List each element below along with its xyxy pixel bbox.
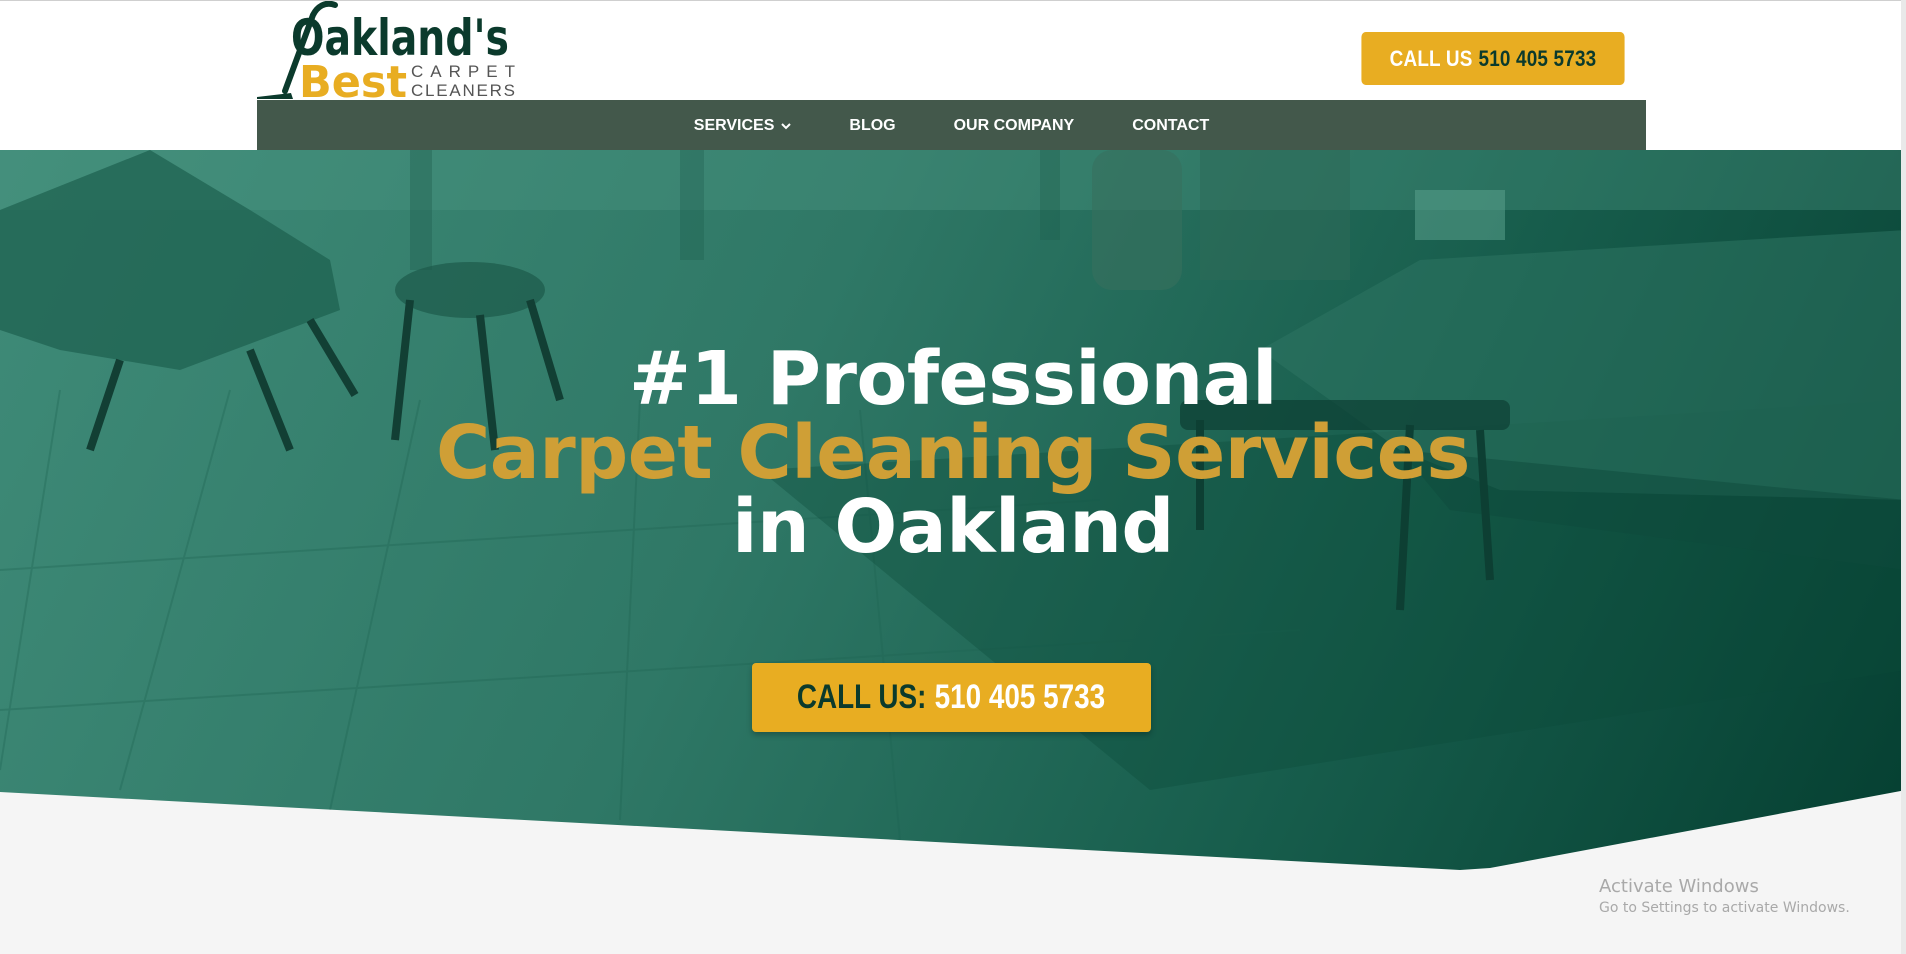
watermark-subtitle: Go to Settings to activate Windows. bbox=[1599, 900, 1850, 916]
nav-item-contact[interactable]: CONTACT bbox=[1132, 117, 1209, 135]
logo-tagline-2: CLEANERS bbox=[411, 81, 515, 99]
hero-headline-line-1: #1 Professional bbox=[629, 335, 1278, 422]
site-header: Oakland's Best CARPET CLEANERS CALL US 5… bbox=[0, 0, 1906, 151]
hero-section: #1 Professional Carpet Cleaning Services… bbox=[0, 150, 1906, 870]
logo-best: Best bbox=[299, 57, 407, 99]
nav-item-blog[interactable]: BLOG bbox=[849, 117, 895, 135]
hero-call-content: CALL US: 510 405 5733 bbox=[797, 678, 1105, 717]
hero-call-button[interactable]: CALL US: 510 405 5733 bbox=[752, 663, 1151, 732]
nav-label-our-company: OUR COMPANY bbox=[953, 116, 1075, 134]
watermark-title: Activate Windows bbox=[1599, 876, 1759, 897]
chevron-down-icon bbox=[781, 117, 792, 135]
hero-call-phone: 510 405 5733 bbox=[935, 678, 1106, 716]
hero-headline: #1 Professional Carpet Cleaning Services… bbox=[0, 342, 1906, 564]
site-logo[interactable]: Oakland's Best CARPET CLEANERS bbox=[255, 1, 520, 99]
hero-headline-line-3: in Oakland bbox=[732, 483, 1174, 570]
main-navigation: SERVICES BLOG OUR COMPANY CONTACT bbox=[257, 100, 1646, 151]
page-scrollbar[interactable] bbox=[1901, 0, 1906, 954]
header-call-button[interactable]: CALL US 510 405 5733 bbox=[1361, 32, 1625, 85]
header-call-phone: 510 405 5733 bbox=[1478, 45, 1597, 71]
nav-item-services[interactable]: SERVICES bbox=[694, 117, 792, 135]
windows-activation-watermark: Activate Windows Go to Settings to activ… bbox=[1599, 876, 1850, 918]
nav-item-our-company[interactable]: OUR COMPANY bbox=[954, 117, 1075, 135]
nav-label-services: SERVICES bbox=[693, 116, 775, 134]
nav-label-contact: CONTACT bbox=[1132, 116, 1210, 134]
header-call-label: CALL US bbox=[1389, 45, 1473, 71]
nav-label-blog: BLOG bbox=[849, 116, 896, 134]
hero-call-label: CALL US: bbox=[797, 678, 927, 716]
hero-headline-line-2: Carpet Cleaning Services bbox=[436, 409, 1470, 496]
